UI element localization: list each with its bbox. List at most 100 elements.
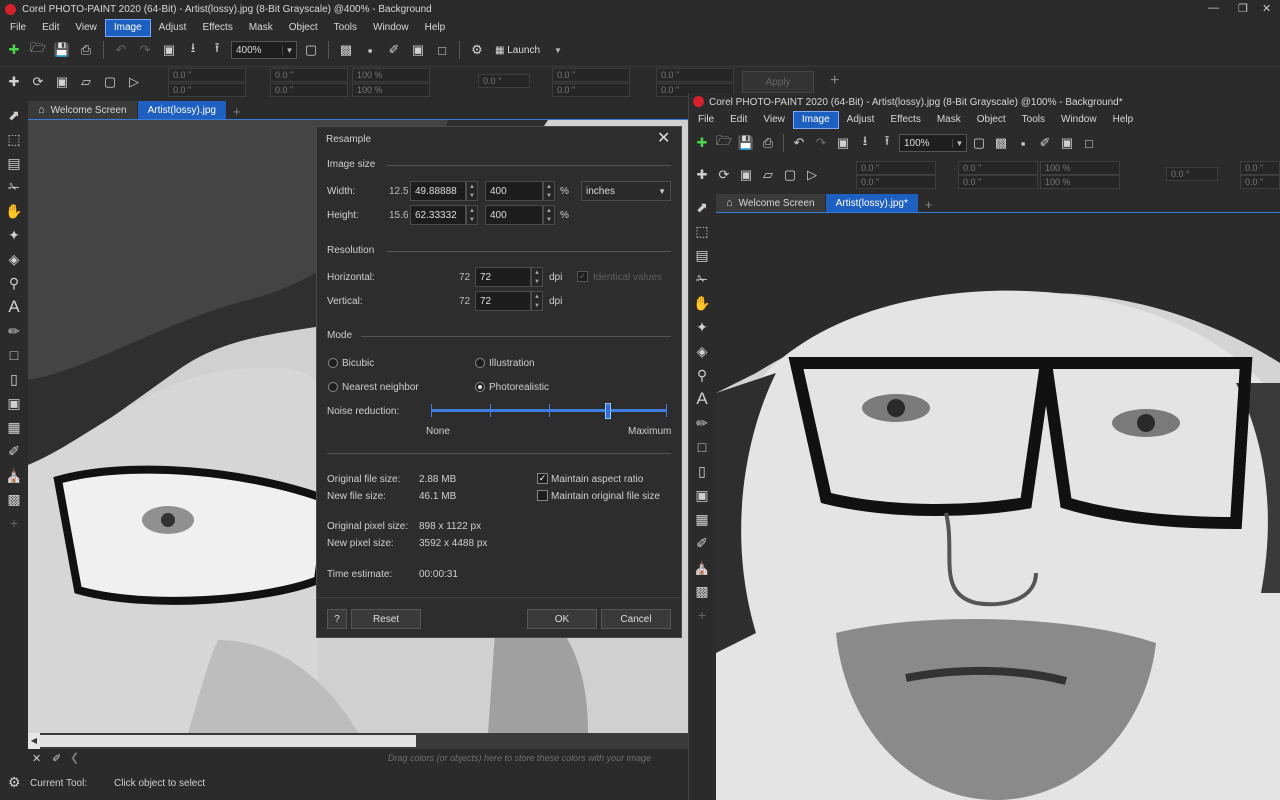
right-perspective-icon[interactable]: ▷ (802, 165, 822, 185)
right-menu-view[interactable]: View (755, 112, 793, 128)
redeye-tool-icon[interactable]: ✦ (4, 224, 24, 246)
color-swatch-icon[interactable]: ▩ (4, 488, 24, 510)
width-percent-spinner[interactable]: ▲ ▼ (543, 181, 555, 201)
right-checker-icon[interactable]: ▦ (692, 508, 712, 530)
mode-nearest-radio[interactable] (328, 382, 338, 392)
anchor-x-field[interactable]: 0.0 " (656, 68, 734, 82)
right-paint-tool-icon[interactable]: ✏ (692, 412, 712, 434)
right-menu-adjust[interactable]: Adjust (839, 112, 883, 128)
clone-tool-icon[interactable]: ◈ (4, 248, 24, 270)
right-liquid-tool-icon[interactable]: ⚲ (692, 364, 712, 386)
fullscreen-icon[interactable]: ▣ (408, 40, 428, 60)
menu-object[interactable]: Object (281, 20, 326, 36)
maintain-file-size-checkbox[interactable] (537, 490, 548, 501)
right-print-icon[interactable]: ⎙ (758, 133, 778, 153)
right-new-icon[interactable]: ✚ (692, 133, 712, 153)
right-menu-image[interactable]: Image (792, 111, 839, 129)
add-icon[interactable]: + (830, 72, 839, 90)
eraser-tool-icon[interactable]: ▯ (4, 368, 24, 390)
right-text-tool-icon[interactable]: A (692, 388, 712, 410)
redo-icon[interactable]: ↷ (135, 40, 155, 60)
right-tab-welcome-screen[interactable]: ⌂ Welcome Screen (716, 194, 825, 212)
right-pos-y-field[interactable]: 0.0 " (856, 175, 936, 189)
right-position-icon[interactable]: ✚ (692, 165, 712, 185)
paint-tool-icon[interactable]: ✏ (4, 320, 24, 342)
help-button[interactable]: ? (327, 609, 347, 629)
right-effect-tool-icon[interactable]: ▣ (692, 484, 712, 506)
apply-button[interactable]: Apply (742, 71, 814, 93)
noise-reduction-slider[interactable] (431, 403, 667, 419)
tab-artist-lossy[interactable]: Artist(lossy).jpg (137, 101, 226, 119)
scroll-thumb[interactable] (40, 735, 416, 747)
right-color-swatch-icon[interactable]: ▩ (692, 580, 712, 602)
open-icon[interactable]: 🗁 (28, 40, 48, 60)
right-save-icon[interactable]: 💾 (736, 133, 756, 153)
width-spinner[interactable]: ▲ ▼ (466, 181, 478, 201)
mode-bicubic-radio[interactable] (328, 358, 338, 368)
right-export-icon[interactable]: ⭱ (877, 133, 897, 153)
minimize-button[interactable]: — (1208, 2, 1219, 14)
scale-y-field[interactable]: 100 % (352, 83, 430, 97)
right-crop-icon[interactable]: ▣ (833, 133, 853, 153)
print-icon[interactable]: ⎙ (76, 40, 96, 60)
checker-icon[interactable]: ▦ (4, 416, 24, 438)
right-menu-help[interactable]: Help (1105, 112, 1142, 128)
menu-edit[interactable]: Edit (34, 20, 67, 36)
horizontal-spinner[interactable]: ▲ ▼ (531, 267, 543, 287)
right-scale-icon[interactable]: ▣ (736, 165, 756, 185)
menu-effects[interactable]: Effects (194, 20, 240, 36)
right-open-icon[interactable]: 🗁 (714, 133, 734, 153)
right-scale-y-field[interactable]: 100 % (1040, 175, 1120, 189)
right-size-x-field[interactable]: 0.0 " (958, 161, 1038, 175)
right-menu-window[interactable]: Window (1053, 112, 1105, 128)
eyedropper-icon[interactable]: ✐ (384, 40, 404, 60)
right-distort-icon[interactable]: ▢ (780, 165, 800, 185)
paste-icon[interactable]: ▪ (360, 40, 380, 60)
palette-eyedropper-icon[interactable]: ✐ (52, 752, 61, 765)
distort-icon[interactable]: ▢ (100, 72, 120, 92)
eyedropper-tool-icon[interactable]: ✐ (4, 440, 24, 462)
import-icon[interactable]: ⭳ (183, 40, 203, 60)
right-redo-icon[interactable]: ↷ (811, 133, 831, 153)
menu-image[interactable]: Image (104, 19, 151, 37)
height-input[interactable]: 62.33332 (410, 205, 466, 225)
right-import-icon[interactable]: ⭳ (855, 133, 875, 153)
right-zoom-fit-icon[interactable]: ▢ (969, 133, 989, 153)
right-tab-artist-lossy[interactable]: Artist(lossy).jpg* (825, 194, 918, 212)
right-rectangle-tool-icon[interactable]: □ (692, 436, 712, 458)
scale-icon[interactable]: ▣ (52, 72, 72, 92)
right-angle-field[interactable]: 0.0 ° (1166, 167, 1218, 181)
cancel-button[interactable]: Cancel (601, 609, 671, 629)
crop-icon[interactable]: ▣ (159, 40, 179, 60)
right-mask-tool-icon[interactable]: ⬚ (692, 220, 712, 242)
liquid-tool-icon[interactable]: ⚲ (4, 272, 24, 294)
right-eraser-tool-icon[interactable]: ▯ (692, 460, 712, 482)
right-center-y-field[interactable]: 0.0 " (1240, 175, 1280, 189)
reset-button[interactable]: Reset (351, 609, 421, 629)
right-zoom-combo[interactable]: 100% ▼ (899, 134, 967, 152)
right-add-tool-icon[interactable]: + (692, 604, 712, 626)
right-clone-tool-icon[interactable]: ◈ (692, 340, 712, 362)
pick-tool-icon[interactable]: ⬈ (4, 104, 24, 126)
restore-button[interactable]: ❐ (1238, 2, 1248, 15)
dialog-close-icon[interactable]: ✕ (657, 128, 670, 148)
width-percent-input[interactable]: 400 (485, 181, 543, 201)
mode-photorealistic-radio[interactable] (475, 382, 485, 392)
right-menu-edit[interactable]: Edit (722, 112, 755, 128)
scroll-left-arrow[interactable]: ◀ (28, 733, 40, 749)
fill-tool-icon[interactable]: ⛪ (4, 464, 24, 486)
width-input[interactable]: 49.88888 (410, 181, 466, 201)
right-resize-icon[interactable]: □ (1079, 133, 1099, 153)
close-window-button[interactable]: ✕ (1262, 2, 1271, 15)
horizontal-scrollbar[interactable]: ◀ (28, 733, 688, 749)
pos-y-field[interactable]: 0.0 " (168, 83, 246, 97)
menu-file[interactable]: File (2, 20, 34, 36)
vertical-input[interactable]: 72 (475, 291, 531, 311)
mode-illustration-radio[interactable] (475, 358, 485, 368)
menu-tools[interactable]: Tools (326, 20, 365, 36)
right-pos-x-field[interactable]: 0.0 " (856, 161, 936, 175)
right-menu-mask[interactable]: Mask (929, 112, 969, 128)
right-pan-tool-icon[interactable]: ✋ (692, 292, 712, 314)
right-pick-tool-icon[interactable]: ⬈ (692, 196, 712, 218)
right-eyedropper-icon[interactable]: ✐ (1035, 133, 1055, 153)
